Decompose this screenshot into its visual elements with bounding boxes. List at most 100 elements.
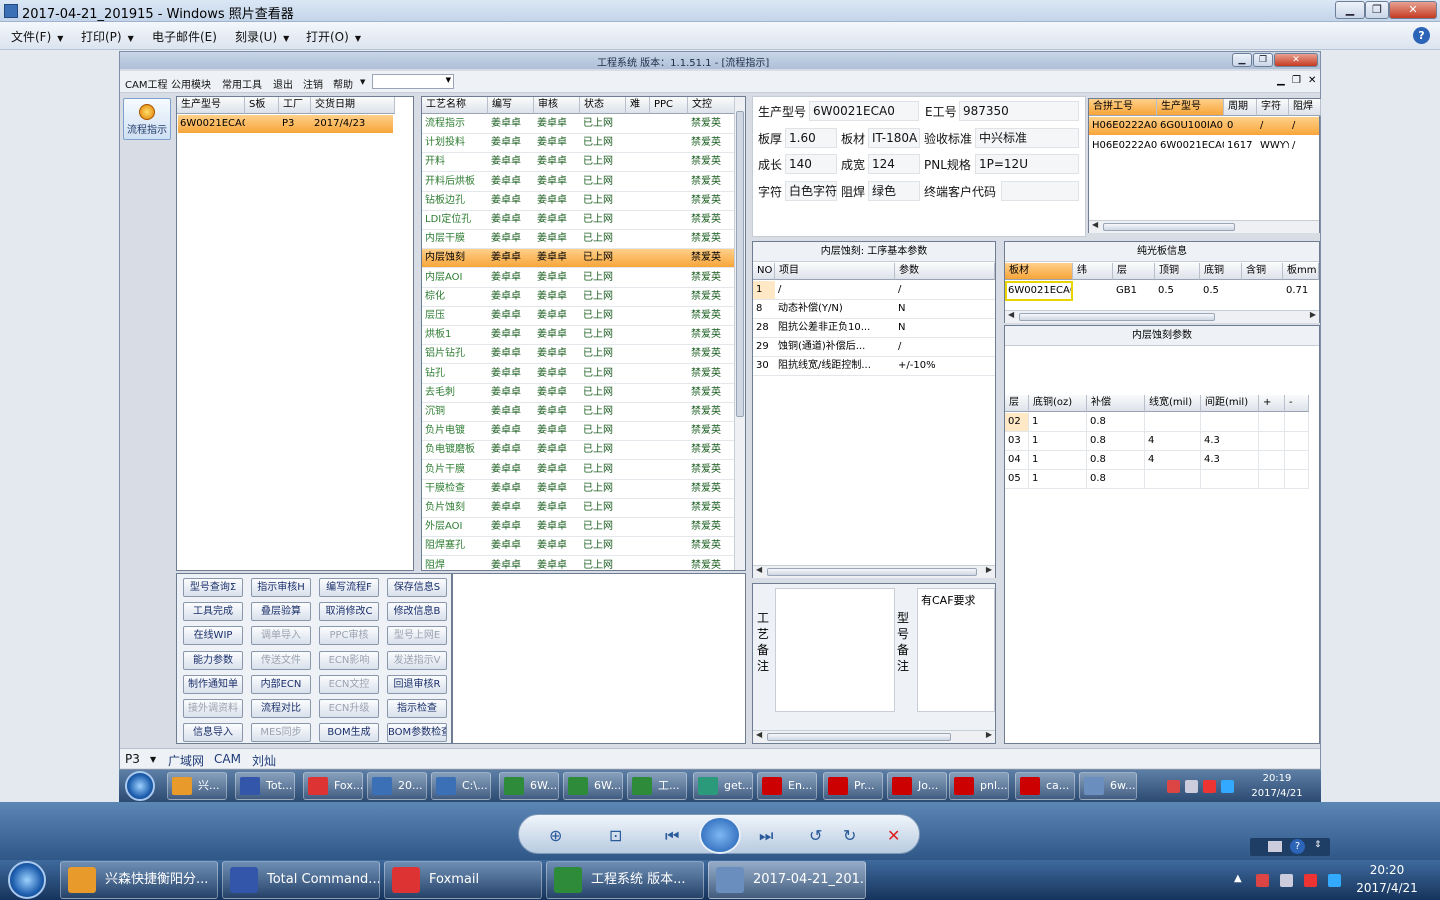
process-scrollbar[interactable] [734,97,745,570]
etch-hscrollbar[interactable]: ◀ ▶ [753,565,995,578]
menu-exit[interactable]: 退出 [273,76,293,91]
action-button[interactable]: 流程对比 [251,699,311,718]
inner-taskbar-item[interactable]: 兴... [167,772,227,800]
process-name[interactable]: 阻焊塞孔 [422,536,488,555]
action-button[interactable]: ECN升级 [319,699,379,718]
process-name[interactable]: 开料 [422,152,488,171]
action-button[interactable]: 传送文件 [251,650,311,670]
action-button[interactable]: 指示检查 [387,699,447,718]
inner-taskbar-item[interactable]: Tot... [235,772,295,800]
col-header-core[interactable]: 底铜 [1200,263,1242,280]
col-header-process-6[interactable]: 文控 [688,97,735,114]
process-name[interactable]: 沉铜 [422,402,488,421]
previous-icon[interactable]: ⏮ [665,826,679,846]
action-button[interactable]: 叠层验算 [251,602,311,622]
merge-hscrollbar[interactable]: ◀ [1089,220,1319,233]
app-maximize-button[interactable]: ❐ [1253,53,1273,67]
action-button[interactable]: 内部ECN [251,674,311,694]
inner-taskbar-item[interactable]: 6W... [563,772,623,800]
action-button[interactable]: 指示审核H [251,578,311,597]
process-name[interactable]: 外层AOI [422,517,488,536]
flow-indicator-button[interactable]: 流程指示 [123,98,171,140]
col-header-model[interactable]: 生产型号 [177,97,245,114]
inner-taskbar-item[interactable]: 工... [627,772,687,800]
menu-help[interactable]: 帮助 [333,76,353,91]
field-pnl[interactable]: 1P=12U [975,154,1079,174]
col-header-merge-model[interactable]: 生产型号 [1157,99,1224,116]
process-name[interactable]: 钻孔 [422,364,488,383]
process-name[interactable]: 内层干膜 [422,229,488,248]
action-button[interactable]: 接外调资料 [183,699,243,718]
minimize-button[interactable]: ▁ [1335,1,1365,19]
menu-email[interactable]: 电子邮件(E) [152,28,217,45]
inner-start-orb-icon[interactable] [125,771,155,801]
col-header-core[interactable]: 顶铜 [1155,263,1200,280]
field-mask[interactable]: 绿色 [868,181,920,201]
close-button[interactable]: ✕ [1389,1,1437,19]
col-header-layer[interactable]: + [1259,395,1285,412]
col-header-mask[interactable]: 阻焊 [1289,99,1321,116]
process-name[interactable]: 开料后烘板 [422,172,488,191]
col-header-layer[interactable]: 补偿 [1087,395,1145,412]
action-button[interactable]: PPC审核 [319,626,379,646]
menu-open[interactable]: 打开(O) ▼ [306,28,361,45]
menu-more-arrow[interactable]: ▼ [360,78,365,86]
app-close-button[interactable]: ✕ [1274,53,1318,67]
action-button[interactable]: 调单导入 [251,626,311,646]
col-header-no[interactable]: NO [753,263,775,280]
field-material[interactable]: IT-180A [868,128,920,148]
process-name[interactable]: 内层蚀刻 [422,248,488,267]
rotate-ccw-icon[interactable]: ↺ [809,826,822,845]
next-icon[interactable]: ⏭ [759,826,773,846]
action-button[interactable]: 编写流程F [319,578,379,597]
action-button[interactable]: 修改信息B [387,602,447,622]
inner-taskbar-item[interactable]: 6W... [499,772,559,800]
taskbar-item[interactable]: 兴森快捷衡阳分... [60,861,218,899]
process-name[interactable]: LDI定位孔 [422,210,488,229]
inner-taskbar-item[interactable]: 6w... [1079,772,1137,800]
process-name[interactable]: 内层AOI [422,268,488,287]
menu-logout[interactable]: 注销 [303,76,323,91]
process-name[interactable]: 计划投料 [422,133,488,152]
col-header-core[interactable]: 板材 [1005,263,1073,280]
process-name[interactable]: 负片电镀 [422,421,488,440]
col-header-delivery[interactable]: 交货日期 [311,97,395,114]
show-hidden-icons[interactable]: ▲ [1234,873,1242,884]
process-name[interactable]: 钻板边孔 [422,191,488,210]
mdi-minimize-icon[interactable]: ▁ [1277,75,1285,86]
col-header-core[interactable]: 板mm [1283,263,1319,280]
col-header-factory[interactable]: 工厂 [279,97,311,114]
field-customer[interactable] [1001,181,1079,201]
field-standard[interactable]: 中兴标准 [975,128,1079,148]
action-button[interactable]: 回退审核R [387,674,447,694]
action-button[interactable]: 信息导入 [183,723,243,743]
action-button[interactable]: 在线WIP [183,626,243,646]
col-header-layer[interactable]: 线宽(mil) [1145,395,1201,412]
module-combo[interactable]: ▼ [372,74,454,89]
action-button[interactable]: 工具完成 [183,602,243,622]
col-header-layer[interactable]: 间距(mil) [1201,395,1259,412]
inner-taskbar-item[interactable]: pnl... [949,772,1009,800]
action-button[interactable]: 保存信息S [387,578,447,597]
col-header-param[interactable]: 参数 [895,263,995,280]
maximize-button[interactable]: ❐ [1365,1,1389,19]
delete-icon[interactable]: ✕ [887,826,900,845]
inner-taskbar-item[interactable]: ca... [1015,772,1075,800]
col-header-core[interactable]: 纬 [1073,263,1113,280]
action-button[interactable]: 取消修改C [319,602,379,622]
taskbar-item[interactable]: 工程系统 版本... [546,861,704,899]
tray-flag-icon[interactable] [1167,780,1180,793]
col-header-core[interactable]: 含铜 [1242,263,1283,280]
help-icon[interactable]: ? [1290,839,1305,854]
taskbar-item[interactable]: Total Command... [222,861,380,899]
field-eno[interactable]: 987350 [959,101,1079,121]
process-name[interactable]: 负电镀磨板 [422,440,488,459]
menu-file[interactable]: 文件(F) ▼ [11,28,63,45]
menu-cam[interactable]: CAM工程 [125,76,167,91]
action-button[interactable]: ECN影响 [319,650,379,670]
action-button[interactable]: 制作通知单 [183,674,243,694]
inner-taskbar-item[interactable]: Pr... [823,772,883,800]
process-name[interactable]: 负片干膜 [422,460,488,479]
inner-taskbar-item[interactable]: C:\... [431,772,491,800]
action-button[interactable]: ECN文控 [319,674,379,694]
